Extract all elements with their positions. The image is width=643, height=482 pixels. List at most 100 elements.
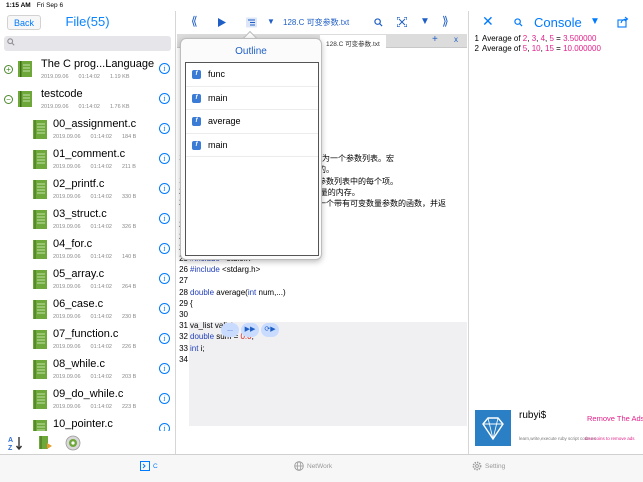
tree-row-file[interactable]: 01_comment.c 2019.09.06 01:14:02 211 B i (0, 145, 175, 175)
c-file-icon (33, 300, 47, 319)
tab-label: NetWork (307, 462, 333, 470)
demo-run-button[interactable]: ▶▶ (241, 323, 259, 337)
item-meta: 2019.09.06 01:14:02 264 B (53, 284, 137, 290)
tree-row-file[interactable]: 02_printf.c 2019.09.06 01:14:02 330 B i (0, 175, 175, 205)
console-line-number: 1 (474, 34, 479, 43)
line-number: 32 (179, 332, 188, 342)
tree-row-file[interactable]: 07_function.c 2019.09.06 01:14:02 226 B i (0, 325, 175, 355)
info-icon[interactable]: i (159, 123, 170, 134)
tree-row-file[interactable]: 06_case.c 2019.09.06 01:14:02 230 B i (0, 295, 175, 325)
editor-tab-active[interactable]: 128.C 可变参数.txt (320, 35, 386, 48)
c-file-icon (33, 210, 47, 229)
dropdown-icon[interactable]: ▼ (420, 16, 430, 27)
outline-item[interactable]: f main (186, 87, 318, 110)
remove-ads-link[interactable]: Remove The Ads (587, 414, 643, 423)
info-icon[interactable]: i (159, 213, 170, 224)
item-meta: 2019.09.06 01:14:02 1.19 KB (41, 74, 130, 80)
svg-text:Z: Z (8, 445, 13, 451)
outline-title: Outline (235, 46, 267, 57)
demo-more-button[interactable]: ... (221, 323, 239, 337)
info-icon[interactable]: i (159, 153, 170, 164)
settings-gear-icon[interactable] (65, 435, 81, 451)
tab-network[interactable]: NetWork (294, 461, 332, 471)
info-icon[interactable]: i (159, 93, 170, 104)
tree-row-file[interactable]: 00_assignment.c 2019.09.06 01:14:02 184 B i (0, 115, 175, 145)
tree-row-file[interactable]: 05_array.c 2019.09.06 01:14:02 264 B i (0, 265, 175, 295)
outline-item[interactable]: f func (186, 63, 318, 87)
console-text: Average of (482, 34, 523, 43)
dropdown-icon[interactable]: ▼ (590, 16, 600, 27)
fullscreen-icon[interactable] (397, 17, 407, 27)
outline-popover: Outline f func f main f average f main (180, 38, 322, 260)
bottom-tab-bar: C NetWork Setting (0, 454, 643, 482)
status-bar: 1:15 AM Fri Sep 6 (0, 0, 643, 11)
item-name: 09_do_while.c (53, 388, 124, 400)
c-file-icon (33, 390, 47, 409)
info-icon[interactable]: i (159, 393, 170, 404)
editor-nav: ⟪ ▼ 128.C 可变参数.txt ▼ ⟫ (177, 11, 467, 34)
info-icon[interactable]: i (159, 273, 170, 284)
console-line: 2 Average of 5, 10, 15 = 10.000000 (469, 44, 601, 53)
info-icon[interactable]: i (159, 63, 170, 74)
search-icon[interactable] (374, 18, 383, 27)
next-file-icon[interactable]: ⟫ (442, 14, 449, 28)
info-icon[interactable]: i (159, 183, 170, 194)
info-icon[interactable]: i (159, 243, 170, 254)
tree-row-file[interactable]: 09_do_while.c 2019.09.06 01:14:02 223 B i (0, 385, 175, 415)
coins-link[interactable]: Use coins to remove ads (585, 436, 635, 441)
editor-title[interactable]: 128.C 可变参数.txt (283, 17, 349, 28)
outline-item[interactable]: f main (186, 134, 318, 157)
close-tab-button[interactable]: x (454, 35, 458, 44)
file-browser-toolbar: AZ (0, 431, 175, 454)
file-browser-panel: Back File(55) + The C prog...Language 20… (0, 11, 176, 454)
share-icon[interactable] (617, 16, 629, 28)
code-line: double average(int num,...) (190, 287, 286, 297)
ad-banner[interactable]: rubyi$ Remove The Ads learn,write,execut… (473, 408, 643, 452)
info-icon[interactable]: i (159, 363, 170, 374)
sort-az-icon[interactable]: AZ (8, 435, 24, 451)
tab-setting[interactable]: Setting (472, 461, 505, 471)
item-name: 04_for.c (53, 238, 93, 250)
file-browser-nav: Back File(55) (0, 11, 175, 34)
title-dropdown-icon[interactable]: ▼ (267, 17, 275, 26)
outline-list-icon[interactable] (246, 17, 257, 28)
demo-rerun-button[interactable]: ⟳▶ (261, 323, 279, 337)
search-icon[interactable] (514, 18, 523, 27)
outline-list: f func f main f average f main (185, 62, 319, 256)
search-input[interactable] (4, 36, 171, 51)
item-meta: 2019.09.06 01:14:02 226 B (53, 344, 137, 350)
add-file-icon[interactable] (37, 435, 53, 451)
outline-item-label: func (208, 69, 226, 79)
tree-row-file[interactable]: 03_struct.c 2019.09.06 01:14:02 326 B i (0, 205, 175, 235)
item-name: 00_assignment.c (53, 118, 137, 130)
line-number: 31 (179, 321, 188, 331)
item-name: 02_printf.c (53, 178, 105, 190)
run-icon[interactable] (218, 18, 226, 27)
function-icon: f (192, 70, 201, 79)
item-meta: 2019.09.06 01:14:02 1.76 KB (41, 104, 130, 110)
line-number: 30 (179, 310, 188, 319)
file-tree: + The C prog...Language 2019.09.06 01:14:… (0, 55, 175, 445)
line-number: 33 (179, 343, 188, 353)
info-icon[interactable]: i (159, 303, 170, 314)
folder-icon (18, 61, 32, 77)
prev-file-icon[interactable]: ⟪ (191, 14, 198, 28)
tree-row-folder[interactable]: + The C prog...Language 2019.09.06 01:14:… (0, 55, 175, 85)
close-icon[interactable]: ✕ (482, 13, 494, 30)
expand-icon[interactable]: + (4, 65, 13, 74)
new-tab-button[interactable]: + (432, 34, 438, 45)
outline-item-label: main (208, 139, 228, 150)
c-file-icon (33, 360, 47, 379)
tree-row-file[interactable]: 04_for.c 2019.09.06 01:14:02 140 B i (0, 235, 175, 265)
tree-row-file[interactable]: 08_while.c 2019.09.06 01:14:02 203 B i (0, 355, 175, 385)
tree-row-folder[interactable]: − testcode 2019.09.06 01:14:02 1.76 KB i (0, 85, 175, 115)
tab-c[interactable]: C (140, 461, 158, 471)
info-icon[interactable]: i (159, 333, 170, 344)
collapse-icon[interactable]: − (4, 95, 13, 104)
item-meta: 2019.09.06 01:14:02 326 B (53, 224, 137, 230)
ad-app-name: rubyi$ (519, 410, 547, 421)
outline-item[interactable]: f average (186, 110, 318, 134)
item-name: 10_pointer.c (53, 418, 113, 430)
line-number: 29 (179, 298, 188, 308)
console-result: 10.000000 (563, 44, 601, 53)
